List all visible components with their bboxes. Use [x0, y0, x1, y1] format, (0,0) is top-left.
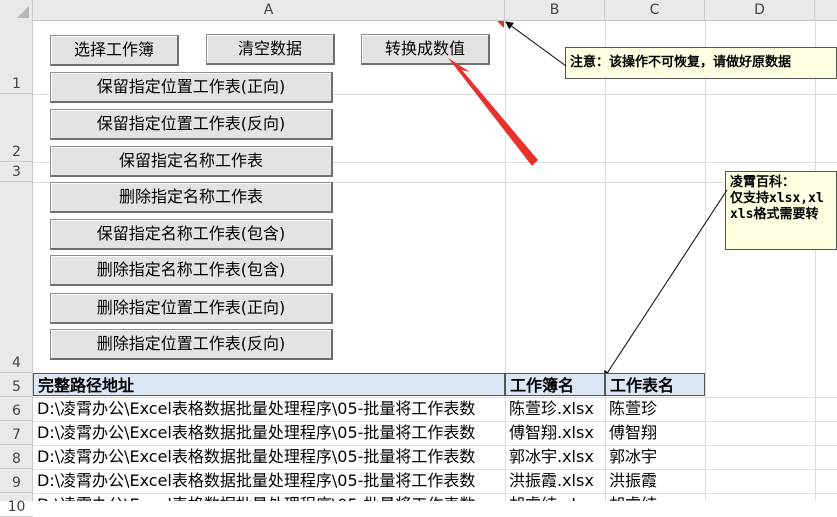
- warning-comment-connector: [505, 21, 567, 67]
- table-cell-path[interactable]: D:\凌霄办公\Excel表格数据批量处理程序\05-批量将工作表数: [33, 397, 505, 420]
- table-cell-sheet[interactable]: 洪振霞: [605, 469, 705, 492]
- table-cell-workbook[interactable]: 洪振霞.xlsx: [505, 469, 605, 492]
- table-cell-path[interactable]: D:\凌霄办公\Excel表格数据批量处理程序\05-批量将工作表数: [33, 469, 505, 492]
- table-cell-path[interactable]: D:\凌霄办公\Excel表格数据批量处理程序\05-批量将工作表数: [33, 445, 505, 468]
- table-cell-workbook[interactable]: 傅智翔.xlsx: [505, 421, 605, 444]
- table-cell-sheet[interactable]: 胡睿纯: [605, 493, 705, 501]
- table-cell-workbook[interactable]: 胡睿纯.xlsx: [505, 493, 605, 501]
- table-cell-workbook[interactable]: 郭冰宇.xlsx: [505, 445, 605, 468]
- table-cell-sheet[interactable]: 陈萱珍: [605, 397, 705, 420]
- table-header-workbook: 工作簿名: [505, 373, 605, 396]
- info-comment-connector: [603, 189, 728, 379]
- table-cell-sheet[interactable]: 郭冰宇: [605, 445, 705, 468]
- red-arrow-icon: [448, 58, 538, 166]
- table-cell-path[interactable]: D:\凌霄办公\Excel表格数据批量处理程序\05-批量将工作表数: [33, 493, 505, 501]
- table-cell-workbook[interactable]: 陈萱珍.xlsx: [505, 397, 605, 420]
- table-cell-path[interactable]: D:\凌霄办公\Excel表格数据批量处理程序\05-批量将工作表数: [33, 421, 505, 444]
- table-header-path: 完整路径地址: [33, 373, 505, 396]
- table-cell-sheet[interactable]: 傅智翔: [605, 421, 705, 444]
- table-header-sheet: 工作表名: [605, 373, 705, 396]
